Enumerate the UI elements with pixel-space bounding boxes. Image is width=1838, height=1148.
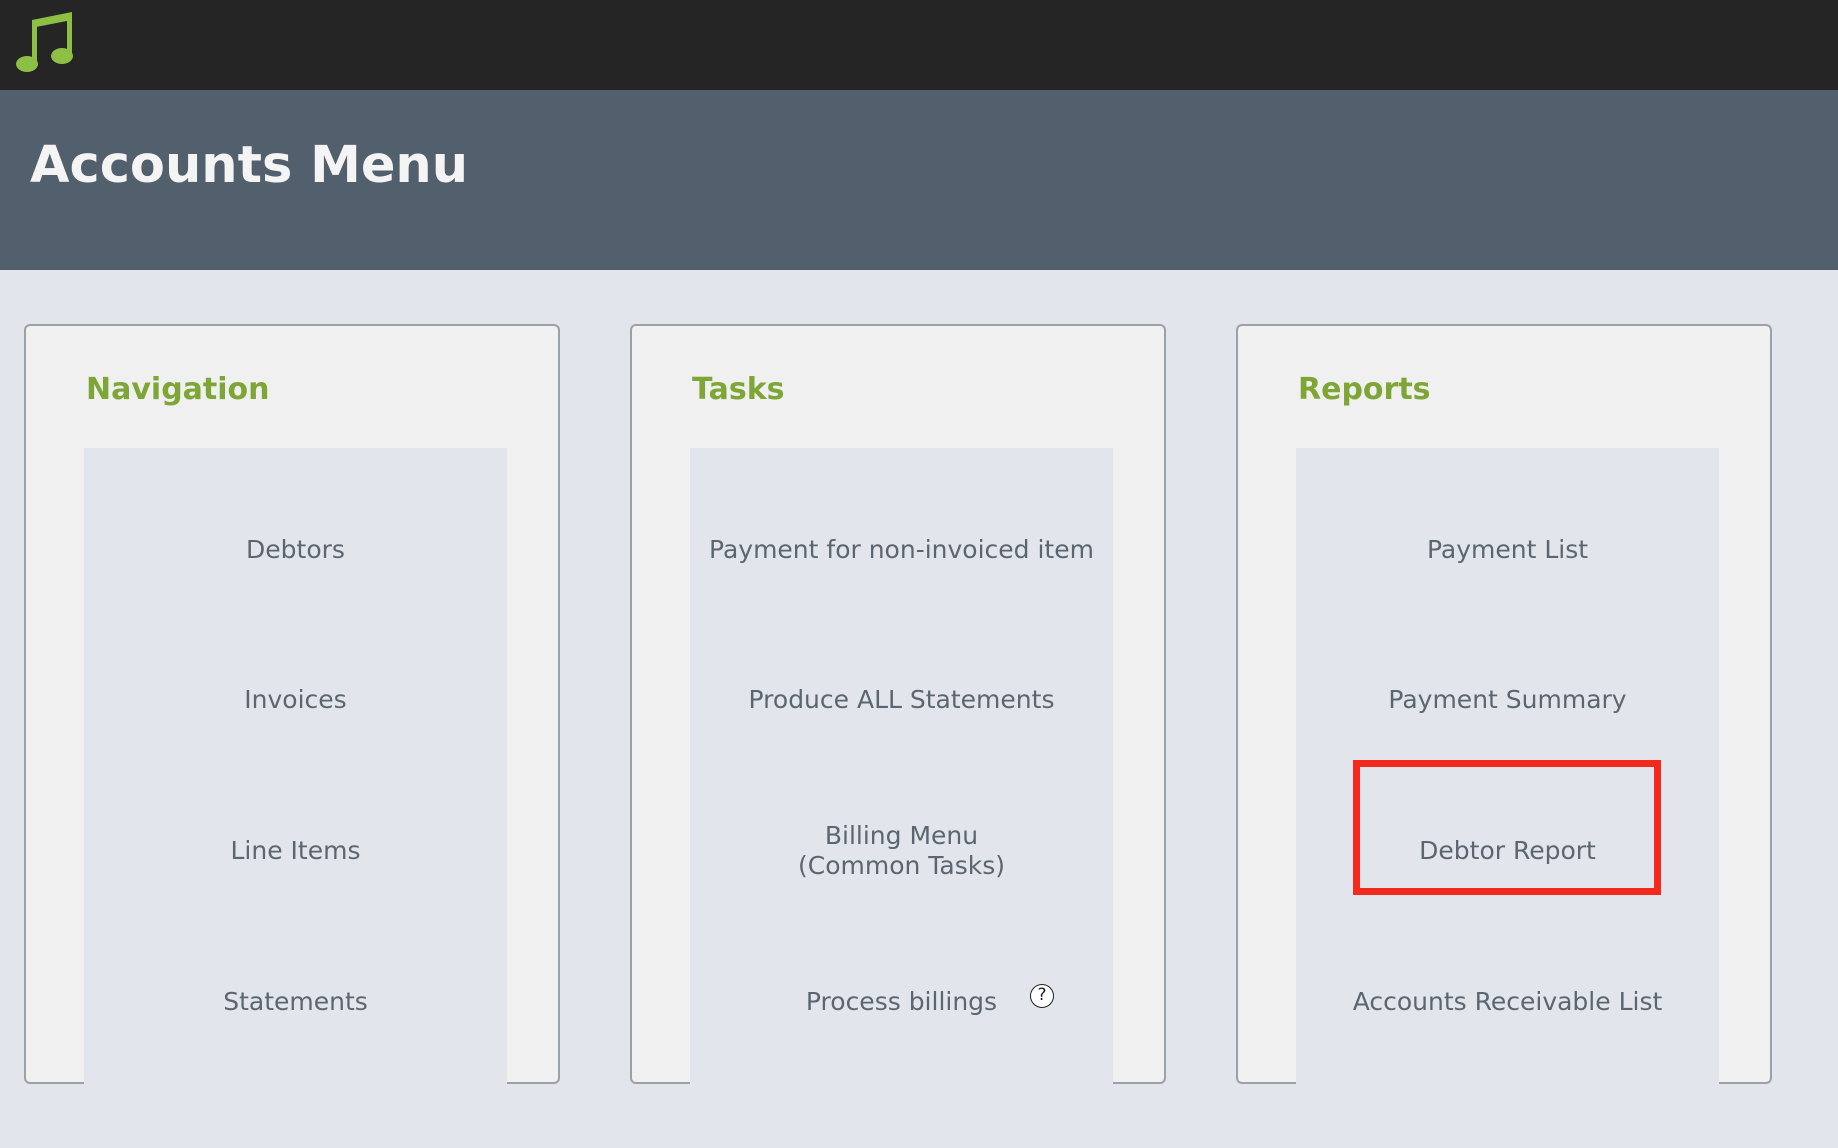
report-payment-list[interactable]: Payment List: [1296, 520, 1719, 580]
page-header: Accounts Menu: [0, 90, 1838, 270]
help-icon[interactable]: ?: [1030, 984, 1054, 1008]
navigation-panel: Navigation Debtors Invoices Line Items S…: [24, 324, 560, 1148]
nav-item-label: Invoices: [244, 685, 347, 714]
top-bar: [0, 0, 1838, 90]
report-label: Debtor Report: [1419, 836, 1596, 865]
nav-item-label: Line Items: [230, 836, 361, 865]
report-label: Payment Summary: [1388, 685, 1627, 714]
nav-item-line-items[interactable]: Line Items: [84, 821, 507, 881]
page-title: Accounts Menu: [30, 136, 469, 195]
task-label: Billing Menu: [824, 821, 979, 850]
task-payment-non-invoiced[interactable]: Payment for non-invoiced item: [690, 520, 1113, 580]
task-billing-menu[interactable]: Billing Menu (Common Tasks): [690, 821, 1113, 881]
task-sublabel: (Common Tasks): [797, 851, 1006, 880]
task-label: Payment for non-invoiced item: [709, 535, 1094, 564]
music-note-icon[interactable]: [14, 8, 74, 74]
nav-item-label: Debtors: [246, 535, 345, 564]
report-label: Payment List: [1426, 535, 1589, 564]
task-label: Process billings: [805, 987, 998, 1016]
nav-item-statements[interactable]: Statements: [84, 972, 507, 1032]
task-label: Produce ALL Statements: [748, 685, 1055, 714]
nav-item-invoices[interactable]: Invoices: [84, 670, 507, 730]
report-payment-summary[interactable]: Payment Summary: [1296, 670, 1719, 730]
report-debtor-report[interactable]: Debtor Report: [1296, 821, 1719, 881]
reports-list: Payment List Payment Summary Debtor Repo…: [1296, 448, 1719, 1148]
reports-panel: Reports Payment List Payment Summary Deb…: [1236, 324, 1772, 1148]
navigation-list: Debtors Invoices Line Items Statements: [84, 448, 507, 1148]
navigation-panel-title: Navigation: [86, 372, 270, 407]
tasks-panel: Tasks Payment for non-invoiced item Prod…: [630, 324, 1166, 1148]
tasks-list: Payment for non-invoiced item Produce AL…: [690, 448, 1113, 1148]
report-accounts-receivable-list[interactable]: Accounts Receivable List: [1296, 972, 1719, 1032]
reports-panel-title: Reports: [1298, 372, 1431, 407]
nav-item-debtors[interactable]: Debtors: [84, 520, 507, 580]
task-produce-all-statements[interactable]: Produce ALL Statements: [690, 670, 1113, 730]
tasks-panel-title: Tasks: [692, 372, 785, 407]
nav-item-label: Statements: [223, 987, 368, 1016]
report-label: Accounts Receivable List: [1352, 987, 1663, 1016]
